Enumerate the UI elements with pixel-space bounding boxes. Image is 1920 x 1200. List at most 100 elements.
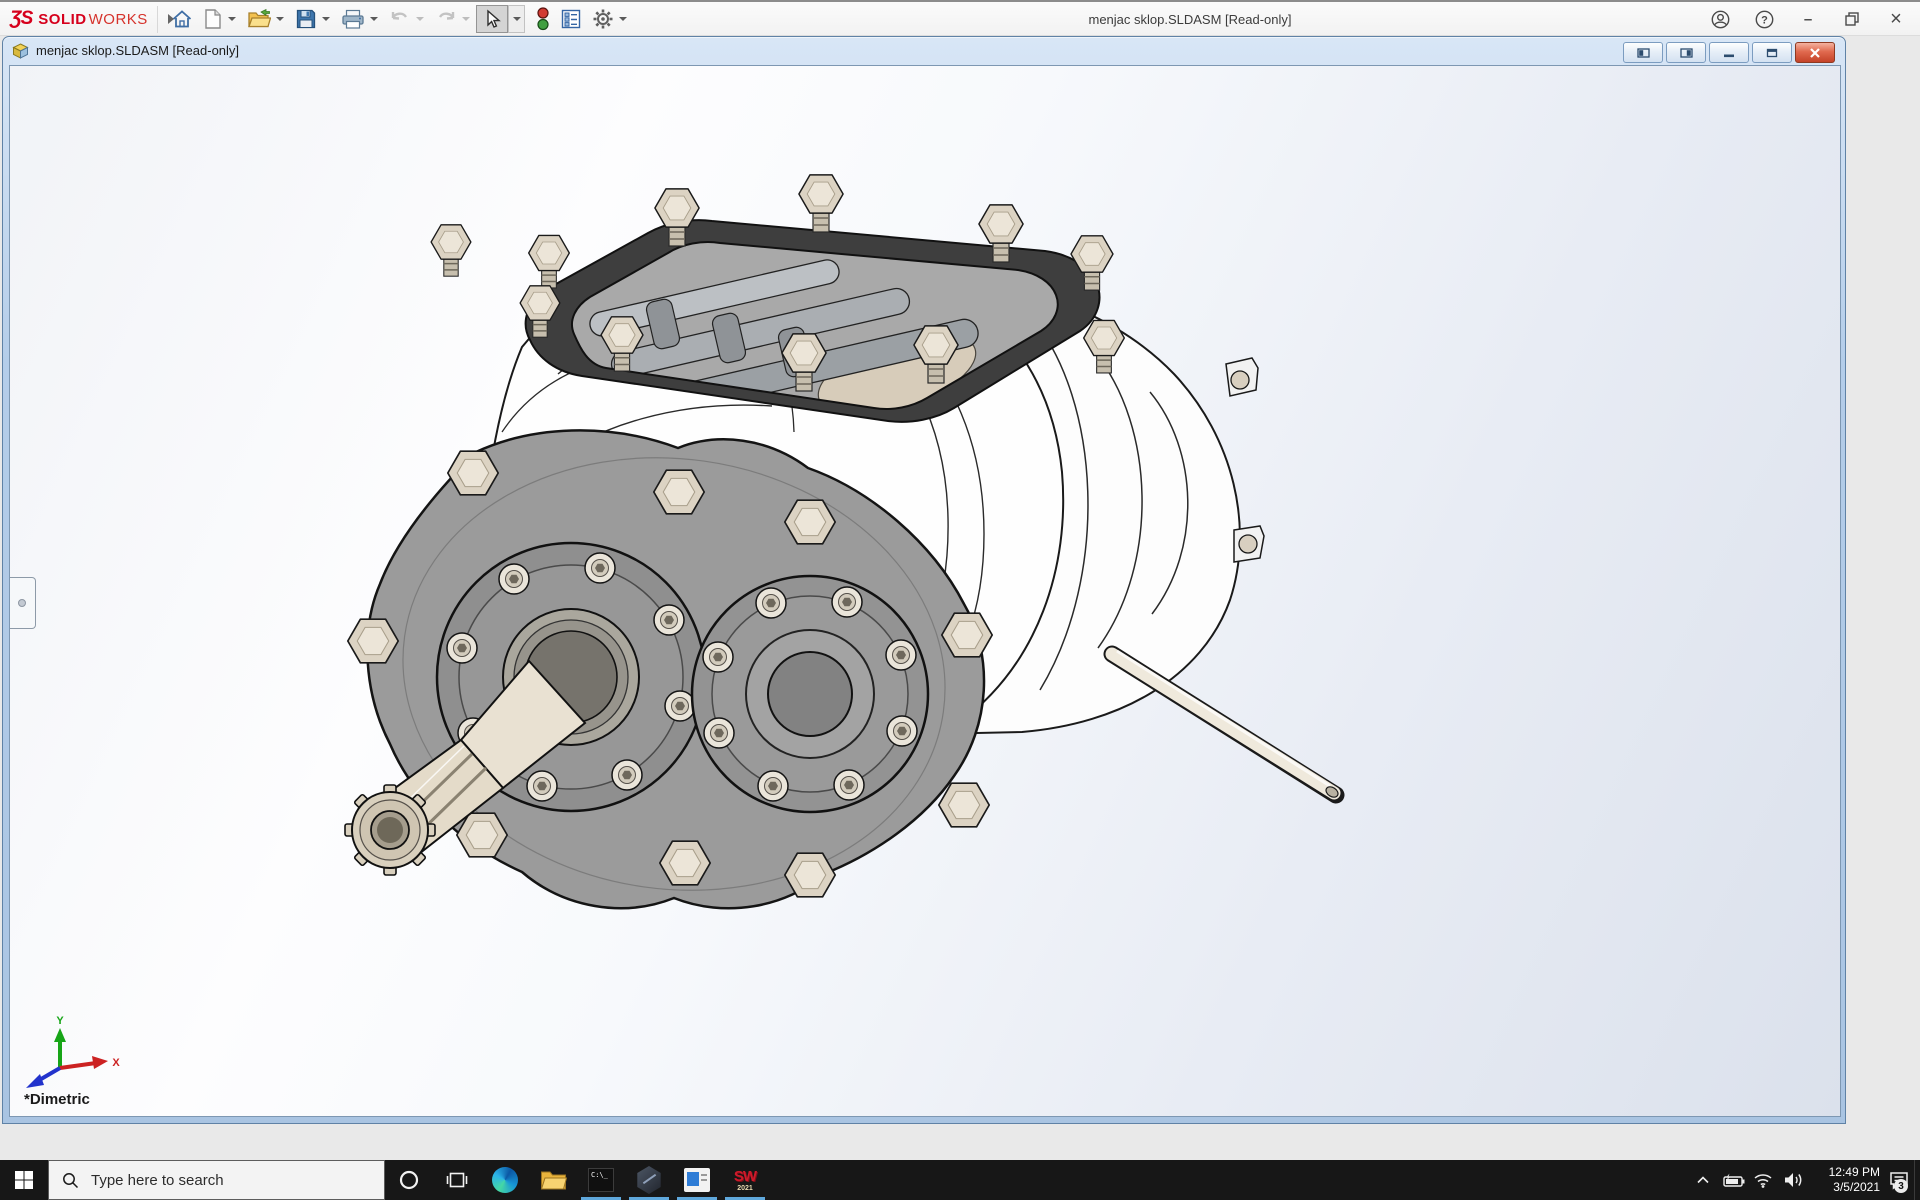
rebuild-button[interactable] — [531, 5, 555, 33]
task-view-button[interactable] — [433, 1160, 481, 1200]
windows-logo-icon — [14, 1170, 34, 1190]
new-document-button[interactable] — [198, 5, 228, 33]
close-x-icon — [1809, 48, 1821, 58]
command-prompt-icon: C:\_ — [588, 1168, 614, 1192]
home-icon — [171, 8, 193, 30]
wifi-icon — [1752, 1172, 1774, 1188]
print-dropdown[interactable] — [370, 17, 378, 21]
open-button[interactable] — [242, 5, 276, 33]
orientation-triad[interactable]: Y X — [14, 1012, 134, 1132]
undo-dropdown[interactable] — [416, 17, 424, 21]
graphics-viewport[interactable]: Y X *Dimetric — [9, 65, 1841, 1117]
open-folder-icon — [247, 8, 271, 30]
taskbar-app-solidworks[interactable]: SW 2021 — [721, 1160, 769, 1200]
rebuild-traffic-light-icon — [536, 7, 550, 31]
save-button[interactable] — [290, 5, 322, 33]
window-controls: ? – × — [1710, 2, 1906, 36]
pane-right-icon — [1680, 48, 1693, 58]
minimize-button[interactable]: – — [1798, 9, 1818, 29]
media-app-icon — [684, 1168, 710, 1192]
file-properties-button[interactable] — [555, 5, 587, 33]
chevron-up-icon — [1695, 1173, 1711, 1187]
splined-shaft-end — [345, 785, 435, 875]
minimize-icon — [1723, 48, 1735, 58]
clock-time: 12:49 PM — [1829, 1165, 1880, 1180]
restore-icon — [1845, 12, 1859, 26]
edge-icon — [492, 1167, 518, 1193]
toolbar-separator — [157, 6, 158, 33]
document-title: menjac sklop.SLDASM [Read-only] — [36, 43, 239, 58]
document-window: menjac sklop.SLDASM [Read-only] — [2, 36, 1846, 1124]
triad-y-axis: Y — [54, 1015, 66, 1068]
save-dropdown[interactable] — [322, 17, 330, 21]
restore-icon — [1766, 48, 1778, 58]
restore-button[interactable] — [1842, 9, 1862, 29]
close-button[interactable]: × — [1886, 9, 1906, 29]
search-input[interactable] — [89, 1171, 353, 1190]
volume-status[interactable] — [1778, 1160, 1808, 1200]
gearbox-assembly-model[interactable] — [10, 66, 1840, 1116]
splitter-grip-icon — [18, 599, 26, 607]
document-window-buttons — [1623, 42, 1835, 63]
hexagon-app-icon — [636, 1166, 662, 1194]
account-button[interactable] — [1710, 9, 1730, 29]
tray-overflow-button[interactable] — [1688, 1160, 1718, 1200]
open-dropdown[interactable] — [276, 17, 284, 21]
undo-button[interactable] — [384, 5, 416, 33]
help-button[interactable]: ? — [1754, 9, 1774, 29]
doc-minimize-button[interactable] — [1709, 42, 1749, 63]
clock-date: 3/5/2021 — [1833, 1180, 1880, 1195]
redo-button[interactable] — [430, 5, 462, 33]
triad-z-axis — [26, 1068, 60, 1088]
new-document-dropdown[interactable] — [228, 17, 236, 21]
windows-taskbar: C:\_ SW 2021 — [0, 1160, 1920, 1200]
view-orientation-label: *Dimetric — [24, 1091, 90, 1108]
taskbar-app-command-prompt[interactable]: C:\_ — [577, 1160, 625, 1200]
user-icon — [1711, 10, 1730, 29]
pane-left-icon — [1637, 48, 1650, 58]
help-icon: ? — [1755, 10, 1774, 29]
undo-icon — [389, 9, 411, 29]
taskbar-app-hexagon[interactable] — [625, 1160, 673, 1200]
redo-dropdown[interactable] — [462, 17, 470, 21]
home-button[interactable] — [166, 5, 198, 33]
task-view-icon — [446, 1169, 468, 1191]
cortana-icon — [398, 1169, 420, 1191]
start-button[interactable] — [0, 1160, 48, 1200]
select-tool-dropdown[interactable] — [508, 5, 525, 33]
options-button[interactable] — [587, 5, 619, 33]
show-desktop-button[interactable] — [1914, 1160, 1920, 1200]
display-pane-right-button[interactable] — [1666, 42, 1706, 63]
desktop: { "colors": { "brand_red": "#d6001c", "c… — [0, 0, 1920, 1200]
print-button[interactable] — [336, 5, 370, 33]
redo-icon — [435, 9, 457, 29]
new-document-icon — [203, 8, 223, 30]
document-titlebar[interactable]: menjac sklop.SLDASM [Read-only] — [3, 37, 1845, 64]
display-pane-left-button[interactable] — [1623, 42, 1663, 63]
battery-status[interactable] — [1718, 1160, 1748, 1200]
taskbar-app-media[interactable] — [673, 1160, 721, 1200]
print-icon — [341, 8, 365, 30]
speaker-icon — [1782, 1171, 1804, 1189]
action-center-button[interactable]: 3 — [1884, 1160, 1914, 1200]
app-titlebar: ƷS SOLID WORKS — [0, 0, 1920, 36]
options-gear-icon — [592, 8, 614, 30]
select-tool-button[interactable] — [476, 5, 508, 33]
network-status[interactable] — [1748, 1160, 1778, 1200]
output-cover-flange — [692, 576, 928, 812]
battery-charging-icon — [1721, 1172, 1745, 1188]
select-cursor-icon — [483, 9, 501, 29]
ds-logo-icon: ƷS — [10, 8, 32, 30]
assembly-document-icon — [12, 43, 29, 59]
feature-manager-collapsed-tab[interactable] — [10, 577, 36, 629]
taskbar-app-file-explorer[interactable] — [529, 1160, 577, 1200]
options-dropdown[interactable] — [619, 17, 627, 21]
triad-x-axis: X — [60, 1056, 120, 1069]
doc-restore-button[interactable] — [1752, 42, 1792, 63]
solidworks-2021-icon: SW 2021 — [734, 1169, 756, 1192]
taskbar-app-edge[interactable] — [481, 1160, 529, 1200]
cortana-button[interactable] — [385, 1160, 433, 1200]
taskbar-search[interactable] — [48, 1160, 385, 1200]
taskbar-clock[interactable]: 12:49 PM 3/5/2021 — [1808, 1160, 1884, 1200]
doc-close-button[interactable] — [1795, 42, 1835, 63]
